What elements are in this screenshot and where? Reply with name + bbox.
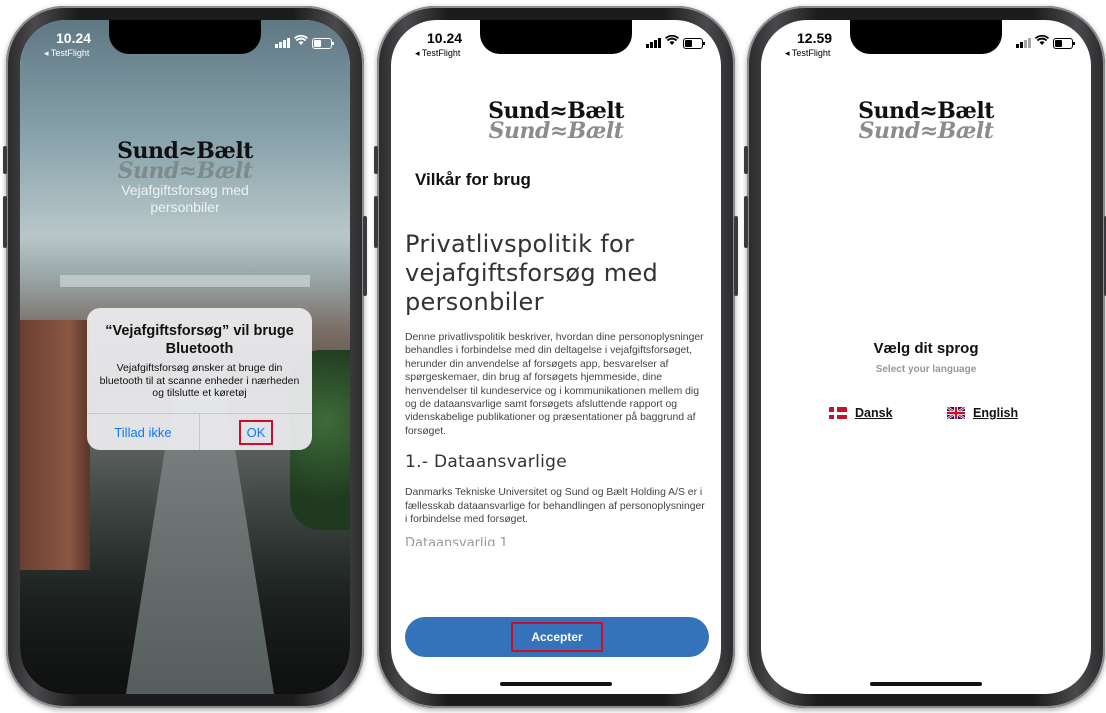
accept-button-label[interactable]: Accepter: [511, 622, 603, 652]
mute-switch: [744, 146, 748, 174]
battery-icon: [683, 38, 705, 49]
section-title-data-controllers: 1.- Dataansvarlige: [405, 452, 567, 473]
notch: [109, 20, 261, 54]
page-title: Vilkår for brug: [415, 170, 531, 189]
tagline-line2: personbiler: [150, 199, 220, 215]
phone-frame-bluetooth: 10.24 ◂ TestFlight Sund≈Bælt Sund≈Bælt V…: [3, 6, 367, 708]
bluetooth-permission-dialog: “Vejafgiftsforsøg” vil bruge Bluetooth V…: [87, 308, 312, 450]
battery-icon: [312, 38, 334, 49]
brand-logo: Sund≈Bælt Sund≈Bælt: [761, 98, 1091, 144]
signal-icon: [1016, 38, 1031, 48]
section-subtitle-partial: Dataansvarlig 1: [405, 536, 508, 547]
flag-denmark-icon: [829, 407, 847, 419]
brand-logo-line2: Sund≈Bælt: [488, 118, 624, 144]
power-button: [363, 216, 367, 296]
power-button: [734, 216, 738, 296]
signal-icon: [275, 38, 290, 48]
accept-button[interactable]: Accepter: [405, 617, 709, 657]
brand-logo-line2: Sund≈Bælt: [858, 118, 994, 144]
signal-icon: [646, 38, 661, 48]
background-building: [20, 320, 90, 570]
dialog-title: “Vejafgiftsforsøg” vil bruge Bluetooth: [105, 323, 294, 357]
dialog-message: Vejafgiftsforsøg ønsker at bruge din blu…: [99, 362, 300, 399]
volume-up-button: [744, 196, 748, 248]
language-label-danish: Dansk: [855, 406, 893, 420]
screen-terms-of-use: 10.24 ◂ TestFlight Sund≈Bælt Sund≈Bælt V…: [391, 20, 721, 694]
language-title: Vælg dit sprog: [873, 340, 979, 357]
phone-frame-terms: 10.24 ◂ TestFlight Sund≈Bælt Sund≈Bælt V…: [374, 6, 738, 708]
background-harbor: [60, 275, 310, 287]
flag-uk-icon: [947, 407, 965, 419]
policy-title: Privatlivspolitik for vejafgiftsforsøg m…: [405, 230, 659, 316]
deny-button[interactable]: Tillad ikke: [87, 414, 199, 450]
status-time: 12.59: [797, 30, 833, 46]
ok-button[interactable]: OK: [238, 419, 274, 445]
screen-bluetooth-permission: 10.24 ◂ TestFlight Sund≈Bælt Sund≈Bælt V…: [20, 20, 350, 694]
language-subtitle: Select your language: [875, 364, 977, 375]
brand-logo-line2: Sund≈Bælt: [117, 158, 253, 184]
status-time: 10.24: [56, 30, 92, 46]
screen-language-select: 12.59 ◂ TestFlight Sund≈Bælt Sund≈Bælt V…: [761, 20, 1091, 694]
notch: [480, 20, 632, 54]
brand-logo: Sund≈Bælt Sund≈Bælt: [20, 138, 350, 184]
wifi-icon: [294, 34, 308, 49]
app-tagline: Vejafgiftsforsøg med personbiler: [20, 182, 350, 216]
battery-icon: [1053, 38, 1075, 49]
wifi-icon: [1035, 34, 1049, 49]
status-time: 10.24: [427, 30, 463, 46]
wifi-icon: [665, 34, 679, 49]
dialog-buttons: Tillad ikke OK: [87, 413, 312, 450]
ok-button-cell[interactable]: OK: [199, 414, 312, 450]
volume-up-button: [374, 196, 378, 248]
language-label-english: English: [973, 406, 1019, 420]
tagline-line1: Vejafgiftsforsøg med: [121, 182, 249, 198]
privacy-policy-content[interactable]: Privatlivspolitik for vejafgiftsforsøg m…: [405, 230, 709, 546]
section-text-data-controllers: Danmarks Tekniske Universitet og Sund og…: [405, 487, 705, 526]
mute-switch: [3, 146, 7, 174]
policy-intro: Denne privatlivspolitik beskriver, hvord…: [405, 332, 704, 437]
notch: [850, 20, 1002, 54]
home-indicator[interactable]: [500, 682, 612, 686]
home-indicator[interactable]: [870, 682, 982, 686]
back-to-testflight[interactable]: ◂ TestFlight: [415, 48, 460, 59]
back-to-testflight[interactable]: ◂ TestFlight: [785, 48, 830, 59]
phone-frame-language: 12.59 ◂ TestFlight Sund≈Bælt Sund≈Bælt V…: [744, 6, 1106, 708]
language-option-english[interactable]: English: [947, 406, 1018, 420]
language-option-danish[interactable]: Dansk: [829, 406, 893, 420]
mute-switch: [374, 146, 378, 174]
volume-up-button: [3, 196, 7, 248]
back-to-testflight[interactable]: ◂ TestFlight: [44, 48, 89, 59]
brand-logo: Sund≈Bælt Sund≈Bælt: [391, 98, 721, 144]
